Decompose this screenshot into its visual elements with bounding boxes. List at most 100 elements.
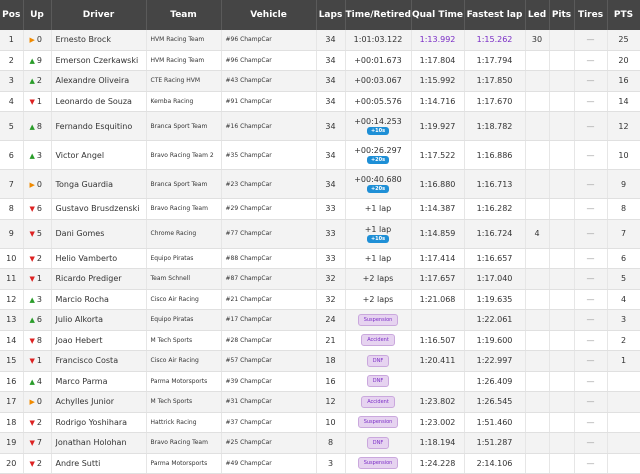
arrow-down-icon: ▼ bbox=[29, 336, 35, 345]
change-value: 8 bbox=[36, 335, 42, 345]
table-row[interactable]: 11 ▼ 1 Ricardo Prediger Team Schnell #87 Cham… bbox=[0, 268, 640, 290]
laps-cell: 34 bbox=[316, 30, 346, 51]
positions-change-cell: ▶ 0 bbox=[23, 30, 52, 51]
points-cell bbox=[607, 412, 640, 433]
points-cell: 6 bbox=[607, 248, 640, 269]
driver-cell[interactable]: Ricardo Prediger bbox=[51, 268, 147, 290]
tires-cell: — bbox=[574, 268, 608, 290]
time-value: +2 laps bbox=[362, 294, 394, 304]
tires-cell: — bbox=[574, 432, 608, 454]
change-value: 1 bbox=[36, 274, 42, 284]
table-row[interactable]: 8 ▼ 6 Gustavo Brusdzenski Bravo Racing Team #… bbox=[0, 198, 640, 220]
col-time[interactable]: Time/Retired bbox=[345, 0, 412, 30]
table-row[interactable]: 12 ▲ 3 Marcio Rocha Cisco Air Racing #21 Cham… bbox=[0, 289, 640, 310]
col-up[interactable]: Up bbox=[23, 0, 52, 30]
vehicle-cell: #31 ChampCar bbox=[221, 391, 317, 413]
time-cell: DNF bbox=[345, 350, 412, 372]
position-cell: 13 bbox=[0, 309, 24, 331]
time-value: +1 lap bbox=[364, 253, 392, 263]
table-row[interactable]: 9 ▼ 5 Dani Gomes Chrome Racing #77 ChampCar 33… bbox=[0, 219, 640, 249]
qual-time-cell: 1:23.802 bbox=[411, 391, 465, 413]
led-cell bbox=[525, 50, 550, 71]
table-row[interactable]: 15 ▼ 1 Francisco Costa Cisco Air Racing #57 C… bbox=[0, 350, 640, 372]
driver-cell[interactable]: Marco Parma bbox=[51, 371, 147, 392]
col-vehicle[interactable]: Vehicle bbox=[221, 0, 317, 30]
time-cell: Accident bbox=[345, 391, 412, 413]
positions-change-cell: ▼ 1 bbox=[23, 268, 52, 290]
team-cell: CTE Racing HVM bbox=[146, 70, 222, 92]
driver-cell[interactable]: Fernando Esquitino bbox=[51, 111, 147, 141]
led-cell bbox=[525, 140, 550, 170]
table-row[interactable]: 4 ▼ 1 Leonardo de Souza Kemba Racing #91 Cham… bbox=[0, 91, 640, 112]
driver-cell[interactable]: Ernesto Brock bbox=[51, 30, 147, 51]
driver-cell[interactable]: Andre Sutti bbox=[51, 453, 147, 474]
points-cell: 2 bbox=[607, 330, 640, 351]
col-pts[interactable]: PTS bbox=[607, 0, 640, 30]
penalty-badge: +10s bbox=[367, 127, 389, 135]
table-row[interactable]: 20 ▼ 2 Andre Sutti Parma Motorsports #49 Cham… bbox=[0, 453, 640, 474]
vehicle-cell: #16 ChampCar bbox=[221, 111, 317, 141]
driver-cell[interactable]: Francisco Costa bbox=[51, 350, 147, 372]
col-team[interactable]: Team bbox=[146, 0, 222, 30]
driver-cell[interactable]: Emerson Czerkawski bbox=[51, 50, 147, 71]
table-row[interactable]: 5 ▲ 8 Fernando Esquitino Branca Sport Team #1… bbox=[0, 111, 640, 141]
positions-change-cell: ▼ 2 bbox=[23, 248, 52, 269]
table-row[interactable]: 1 ▶ 0 Ernesto Brock HVM Racing Team #96 Champ… bbox=[0, 30, 640, 51]
pits-cell bbox=[549, 91, 575, 112]
led-cell bbox=[525, 70, 550, 92]
col-pits[interactable]: Pits bbox=[549, 0, 575, 30]
fastest-lap-cell: 1:22.061 bbox=[464, 309, 526, 331]
positions-change-cell: ▶ 0 bbox=[23, 169, 52, 199]
col-pos[interactable]: Pos bbox=[0, 0, 24, 30]
laps-cell: 32 bbox=[316, 289, 346, 310]
vehicle-cell: #21 ChampCar bbox=[221, 289, 317, 310]
table-row[interactable]: 3 ▲ 2 Alexandre Oliveira CTE Racing HVM #43 C… bbox=[0, 70, 640, 92]
laps-cell: 33 bbox=[316, 219, 346, 249]
table-row[interactable]: 7 ▶ 0 Tonga Guardia Branca Sport Team #23 Cha… bbox=[0, 169, 640, 199]
driver-cell[interactable]: Tonga Guardia bbox=[51, 169, 147, 199]
tires-cell: — bbox=[574, 391, 608, 413]
table-row[interactable]: 19 ▼ 7 Jonathan Holohan Bravo Racing Team #25… bbox=[0, 432, 640, 454]
table-row[interactable]: 18 ▼ 2 Rodrigo Yoshihara Hattrick Racing #37 … bbox=[0, 412, 640, 433]
fastest-lap-cell: 1:51.460 bbox=[464, 412, 526, 433]
led-cell: 4 bbox=[525, 219, 550, 249]
driver-cell[interactable]: Rodrigo Yoshihara bbox=[51, 412, 147, 433]
driver-cell[interactable]: Achylles Junior bbox=[51, 391, 147, 413]
table-row[interactable]: 17 ▶ 0 Achylles Junior M Tech Sports #31 Cham… bbox=[0, 391, 640, 413]
status-badge: Accident bbox=[361, 334, 395, 347]
driver-cell[interactable]: Helio Vamberto bbox=[51, 248, 147, 269]
col-led[interactable]: Led bbox=[525, 0, 550, 30]
driver-cell[interactable]: Joao Hebert bbox=[51, 330, 147, 351]
change-value: 2 bbox=[36, 253, 42, 263]
table-row[interactable]: 16 ▲ 4 Marco Parma Parma Motorsports #39 Cham… bbox=[0, 371, 640, 392]
arrow-down-icon: ▼ bbox=[29, 254, 35, 263]
time-cell: Suspension bbox=[345, 309, 412, 331]
col-fastest[interactable]: Fastest lap bbox=[464, 0, 526, 30]
driver-cell[interactable]: Gustavo Brusdzenski bbox=[51, 198, 147, 220]
col-qual[interactable]: Qual Time bbox=[411, 0, 465, 30]
driver-cell[interactable]: Jonathan Holohan bbox=[51, 432, 147, 454]
col-tires[interactable]: Tires bbox=[574, 0, 608, 30]
laps-cell: 8 bbox=[316, 432, 346, 454]
driver-cell[interactable]: Dani Gomes bbox=[51, 219, 147, 249]
table-row[interactable]: 14 ▼ 8 Joao Hebert M Tech Sports #28 ChampCar… bbox=[0, 330, 640, 351]
position-cell: 19 bbox=[0, 432, 24, 454]
points-cell bbox=[607, 432, 640, 454]
col-driver[interactable]: Driver bbox=[51, 0, 147, 30]
driver-cell[interactable]: Julio Alkorta bbox=[51, 309, 147, 331]
driver-cell[interactable]: Marcio Rocha bbox=[51, 289, 147, 310]
driver-cell[interactable]: Victor Angel bbox=[51, 140, 147, 170]
table-row[interactable]: 6 ▲ 3 Victor Angel Bravo Racing Team 2 #35 Ch… bbox=[0, 140, 640, 170]
qual-time-cell: 1:15.992 bbox=[411, 70, 465, 92]
position-cell: 15 bbox=[0, 350, 24, 372]
driver-cell[interactable]: Leonardo de Souza bbox=[51, 91, 147, 112]
driver-cell[interactable]: Alexandre Oliveira bbox=[51, 70, 147, 92]
change-value: 2 bbox=[36, 417, 42, 427]
table-row[interactable]: 13 ▲ 6 Julio Alkorta Equipo Piratas #17 Champ… bbox=[0, 309, 640, 331]
table-row[interactable]: 10 ▼ 2 Helio Vamberto Equipo Piratas #88 Cham… bbox=[0, 248, 640, 269]
led-cell bbox=[525, 391, 550, 413]
table-row[interactable]: 2 ▲ 9 Emerson Czerkawski HVM Racing Team #96 … bbox=[0, 50, 640, 71]
col-laps[interactable]: Laps bbox=[316, 0, 346, 30]
qual-time-cell: 1:23.002 bbox=[411, 412, 465, 433]
vehicle-cell: #77 ChampCar bbox=[221, 219, 317, 249]
